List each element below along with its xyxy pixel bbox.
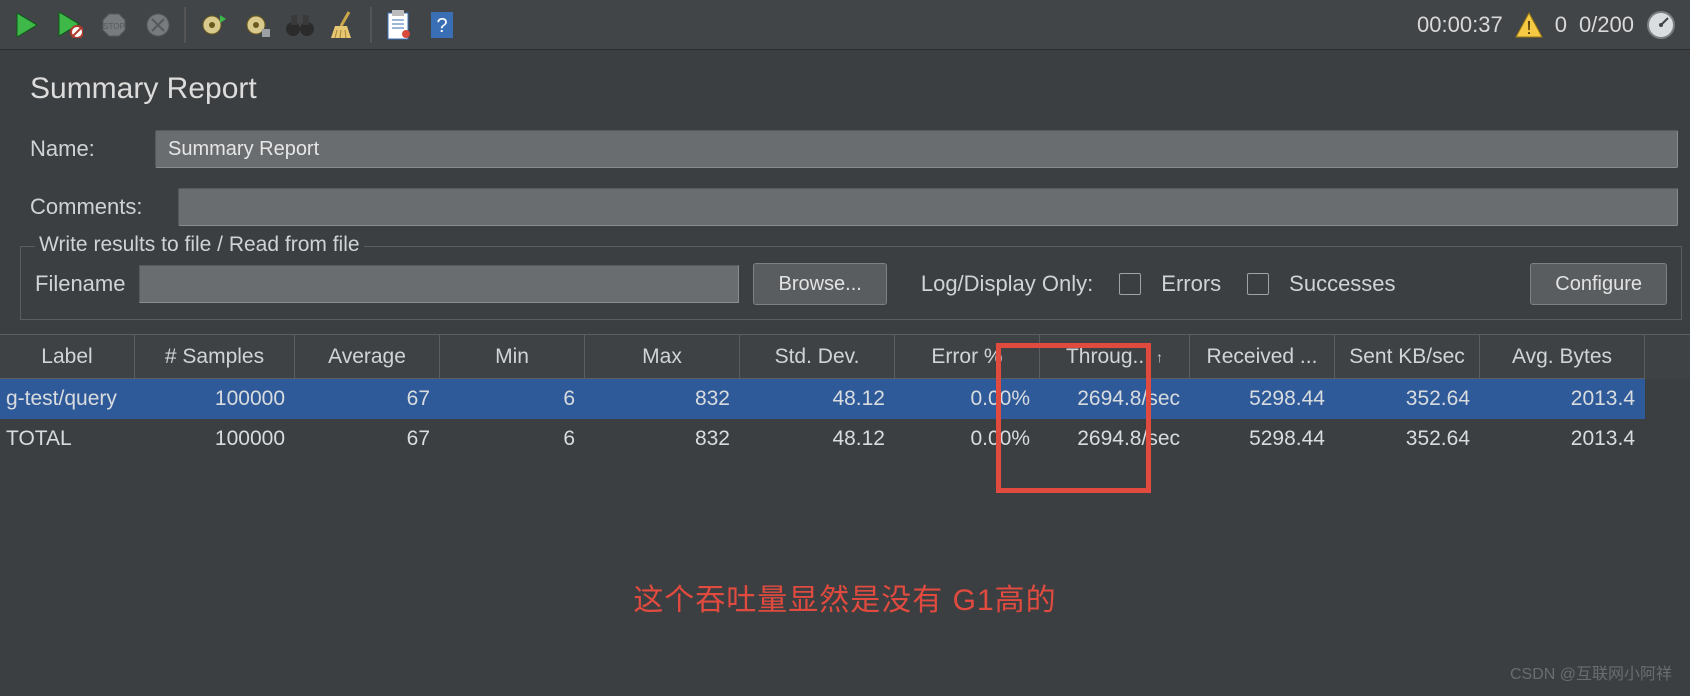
panel-title: Summary Report (30, 72, 1678, 106)
table-cell: 67 (295, 419, 440, 459)
successes-checkbox[interactable] (1247, 273, 1269, 295)
col-header[interactable]: Average (295, 335, 440, 379)
run-exclude-icon[interactable] (50, 5, 90, 45)
col-header[interactable]: Label (0, 335, 135, 379)
col-header[interactable]: Received ... (1190, 335, 1335, 379)
warning-icon[interactable]: ! (1515, 12, 1543, 38)
browse-button[interactable]: Browse... (753, 263, 886, 305)
filename-field[interactable] (139, 265, 739, 303)
table-cell: TOTAL (0, 419, 135, 459)
errors-checkbox[interactable] (1119, 273, 1141, 295)
table-cell: 6 (440, 379, 585, 419)
table-cell: 0.00% (895, 419, 1040, 459)
col-header[interactable]: Error % (895, 335, 1040, 379)
col-header[interactable]: Sent KB/sec (1335, 335, 1480, 379)
svg-text:?: ? (436, 15, 447, 37)
table-cell: 48.12 (740, 379, 895, 419)
status-bar: 00:00:37 ! 0 0/200 (1417, 10, 1684, 40)
table-cell: ɡ-test/query (0, 379, 135, 419)
table-cell: 100000 (135, 379, 295, 419)
shutdown-icon[interactable] (138, 5, 178, 45)
successes-label: Successes (1289, 271, 1395, 297)
filename-label: Filename (35, 271, 125, 297)
configure-button[interactable]: Configure (1530, 263, 1667, 305)
gear-settings-icon[interactable] (236, 5, 276, 45)
toolbar-separator (370, 7, 372, 43)
clipboard-icon[interactable] (378, 5, 418, 45)
table-cell: 2013.4 (1480, 379, 1645, 419)
toolbar: STOP ? 00:00:37 ! 0 0/200 (0, 0, 1690, 50)
table-cell: 832 (585, 419, 740, 459)
file-legend: Write results to file / Read from file (35, 233, 364, 257)
table-cell: 100000 (135, 419, 295, 459)
watermark: CSDN @互联网小阿祥 (1510, 660, 1672, 684)
col-header[interactable]: Min (440, 335, 585, 379)
table-cell: 2694.8/sec (1040, 379, 1190, 419)
binoculars-icon[interactable] (280, 5, 320, 45)
table-cell: 0.00% (895, 379, 1040, 419)
table-header: Label# SamplesAverageMinMaxStd. Dev.Erro… (0, 335, 1690, 379)
comments-field[interactable] (178, 188, 1678, 226)
svg-text:!: ! (1526, 18, 1531, 38)
gear-run-icon[interactable] (192, 5, 232, 45)
table-cell: 5298.44 (1190, 379, 1335, 419)
toolbar-separator (184, 7, 186, 43)
warning-count: 0 (1555, 12, 1567, 38)
table-cell: 2694.8/sec (1040, 419, 1190, 459)
help-icon[interactable]: ? (422, 5, 462, 45)
results-table: Label# SamplesAverageMinMaxStd. Dev.Erro… (0, 334, 1690, 609)
col-header[interactable]: Max (585, 335, 740, 379)
gauge-icon[interactable] (1646, 10, 1676, 40)
table-row[interactable]: TOTAL10000067683248.120.00%2694.8/sec529… (0, 419, 1690, 459)
sort-arrow-icon: ↑ (1156, 349, 1163, 365)
table-cell: 352.64 (1335, 419, 1480, 459)
comments-label: Comments: (30, 194, 158, 220)
errors-label: Errors (1161, 271, 1221, 297)
table-row[interactable]: ɡ-test/query10000067683248.120.00%2694.8… (0, 379, 1690, 419)
name-label: Name: (30, 136, 135, 162)
log-display-label: Log/Display Only: (921, 271, 1093, 297)
thread-count: 0/200 (1579, 12, 1634, 38)
col-header[interactable]: # Samples (135, 335, 295, 379)
broom-icon[interactable] (324, 5, 364, 45)
table-cell: 2013.4 (1480, 419, 1645, 459)
table-cell: 67 (295, 379, 440, 419)
file-fieldset: Write results to file / Read from file F… (20, 246, 1682, 320)
svg-text:STOP: STOP (103, 22, 125, 31)
elapsed-time: 00:00:37 (1417, 12, 1503, 38)
table-cell: 5298.44 (1190, 419, 1335, 459)
col-header[interactable]: Std. Dev. (740, 335, 895, 379)
col-header[interactable]: Throug...↑ (1040, 335, 1190, 379)
table-cell: 6 (440, 419, 585, 459)
stop-icon[interactable]: STOP (94, 5, 134, 45)
summary-report-panel: Summary Report Name: Comments: Write res… (0, 50, 1690, 609)
table-cell: 48.12 (740, 419, 895, 459)
col-header[interactable]: Avg. Bytes (1480, 335, 1645, 379)
table-cell: 832 (585, 379, 740, 419)
annotation-text: 这个吞吐量显然是没有 G1高的 (0, 575, 1690, 619)
table-cell: 352.64 (1335, 379, 1480, 419)
name-field[interactable] (155, 130, 1678, 168)
run-icon[interactable] (6, 5, 46, 45)
